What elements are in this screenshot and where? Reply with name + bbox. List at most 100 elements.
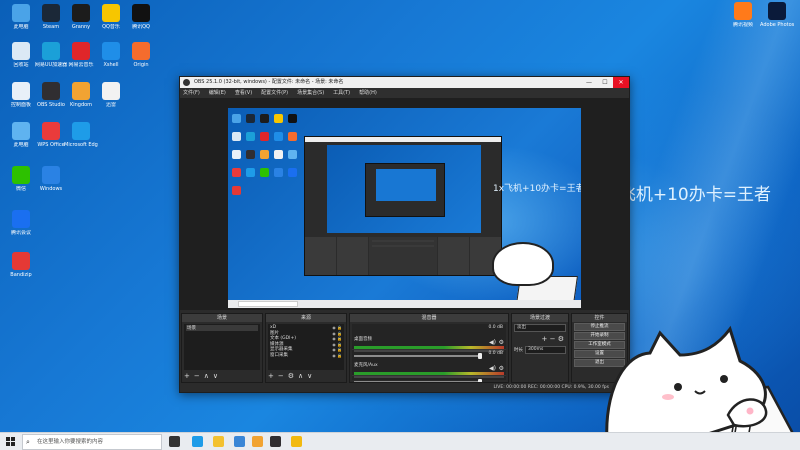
add-source-button[interactable]: + [268,372,274,380]
desktop-icon-label: Steam [42,24,60,30]
desktop-icon[interactable]: Kingdom [64,82,98,108]
speaker-icon[interactable]: ◀) [489,365,496,372]
desktop-icon[interactable]: QQ音乐 [94,4,128,30]
desktop-icon[interactable]: Xshell [94,42,128,68]
desktop-icon-label: 腾讯QQ [132,24,150,30]
channel-name: 桌面音频 [354,337,372,342]
desktop-icon-label: WPS Office [37,142,65,148]
menu-view[interactable]: 查看(V) [235,88,252,98]
desktop-icon[interactable]: 腾讯QQ [124,4,158,30]
desktop-icon[interactable]: Bandizip [4,252,38,278]
preview-overlay-text: 1x飞机+10办卡=王者 [493,184,581,194]
nested-preview-inner [376,169,436,201]
taskbar-search-box[interactable]: ⌕ 在这里输入你要搜索的内容 [22,434,162,450]
remove-transition-button[interactable]: − [550,335,556,343]
preview-desktop-icon [288,150,297,159]
add-scene-button[interactable]: + [184,372,190,380]
preview-desktop-icon [274,150,283,159]
app-icon [12,42,30,60]
desktop-icon[interactable]: WPS Office [34,122,68,148]
desktop-icon[interactable]: Windows [34,166,68,192]
taskbar-obs-icon[interactable] [270,436,281,447]
menu-profile[interactable]: 配置文件(P) [261,88,288,98]
gear-icon[interactable]: ⚙ [499,365,504,372]
app-icon [42,4,60,22]
menu-file[interactable]: 文件(F) [183,88,200,98]
menu-edit[interactable]: 编辑(E) [209,88,226,98]
search-icon: ⌕ [26,438,30,446]
desktop-icon-label: Bandizip [10,272,32,278]
transition-select[interactable]: 淡出 [514,324,566,332]
obs-preview[interactable]: 1x飞机+10办卡=王者 [180,98,629,310]
source-item[interactable]: 窗口采集 ◉ 🔒 [270,353,342,359]
minimize-button[interactable]: — [581,77,597,88]
taskbar-task-view-icon[interactable] [169,436,180,447]
add-transition-button[interactable]: + [542,335,548,343]
desktop-icon[interactable]: 网易云音乐 [64,42,98,68]
scene-item[interactable]: 场景 [186,325,258,331]
obs-window-title: OBS 25.1.0 (32-bit, windows) - 配置文件: 未命名… [194,79,344,85]
app-icon [42,42,60,60]
preview-desktop-icon [260,114,269,123]
preview-cat-overlay [490,238,580,308]
move-up-button[interactable]: ∧ [204,372,209,380]
source-properties-gear-icon[interactable]: ⚙ [288,372,294,380]
taskbar-file-explorer-icon[interactable] [213,436,224,447]
desktop-icon[interactable]: 回收站 [4,42,38,68]
desktop-icon[interactable]: 此电脑 [4,122,38,148]
menu-help[interactable]: 帮助(H) [359,88,377,98]
visibility-lock-icon[interactable]: ◉ 🔒 [332,353,342,359]
dock-mixer-header: 混音器 [350,314,508,322]
menu-scene-collection[interactable]: 场景集合(S) [297,88,324,98]
preview-desktop-icon [274,132,283,141]
transition-buttons: + − ⚙ [512,335,568,343]
remove-scene-button[interactable]: − [194,372,200,380]
desktop-icon[interactable]: 网易UU加速器 [34,42,68,68]
desktop-icon[interactable]: Origin [124,42,158,68]
nested-dock-sources [336,237,368,275]
desktop-icon-label: Kingdom [69,102,93,108]
desktop-icon[interactable]: Microsoft Edge [64,122,98,148]
preview-desktop-icon [246,132,255,141]
desktop-icon-label: 迅雷 [105,102,116,108]
move-down-button[interactable]: ∨ [213,372,218,380]
cat-blush [662,394,674,400]
taskbar-edge-icon[interactable] [192,436,203,447]
app-icon [42,166,60,184]
move-down-button[interactable]: ∨ [307,372,312,380]
taskbar-kingdom-icon[interactable] [252,436,263,447]
maximize-button[interactable]: ☐ [597,77,613,88]
transition-properties-icon[interactable]: ⚙ [558,335,564,343]
desktop-icon[interactable]: 此电脑 [4,4,38,30]
taskbar-store-icon[interactable] [234,436,245,447]
duration-input[interactable]: 300ms [525,346,566,354]
scene-list[interactable]: 场景 [184,324,260,370]
speaker-icon[interactable]: ◀) [489,339,496,346]
desktop-icon[interactable]: Adobe Photosh... [760,2,794,28]
obs-window[interactable]: OBS 25.1.0 (32-bit, windows) - 配置文件: 未命名… [179,76,630,393]
desktop-icon[interactable]: OBS Studio [34,82,68,108]
mixer-channel-desktop: 桌面音频 0.0 dB ◀) ⚙ [352,324,506,359]
menu-tools[interactable]: 工具(T) [333,88,350,98]
nested-docks [305,237,501,275]
move-up-button[interactable]: ∧ [298,372,303,380]
desktop-icon[interactable]: 腾讯会议 [4,210,38,236]
desktop-icon[interactable]: 微信 [4,166,38,192]
desktop-icon[interactable]: 控制面板 [4,82,38,108]
windows-start-icon[interactable] [6,437,16,447]
taskbar-chrome-icon[interactable] [291,436,302,447]
nested-meter [371,240,435,242]
desktop-icon[interactable]: 迅雷 [94,82,128,108]
obs-title-bar[interactable]: OBS 25.1.0 (32-bit, windows) - 配置文件: 未命名… [180,77,629,88]
desktop-icon[interactable]: 腾讯视频 [726,2,760,28]
preview-desktop-icon [288,132,297,141]
remove-source-button[interactable]: − [278,372,284,380]
search-placeholder: 在这里输入你要搜索的内容 [37,439,104,445]
nested-meter [371,245,435,247]
gear-icon[interactable]: ⚙ [499,339,504,346]
desktop-icon[interactable]: Steam [34,4,68,30]
source-list[interactable]: xD ◉ 🔒 图片 ◉ 🔒 文本 (GDI+) ◉ 🔒 媒体源 ◉ 🔒 显示器采集 ◉ 🔒 窗口采集… [268,324,344,370]
close-button[interactable]: ✕ [613,77,629,88]
taskbar: ⌕ 在这里输入你要搜索的内容 [0,432,800,450]
desktop-icon[interactable]: Granny [64,4,98,30]
